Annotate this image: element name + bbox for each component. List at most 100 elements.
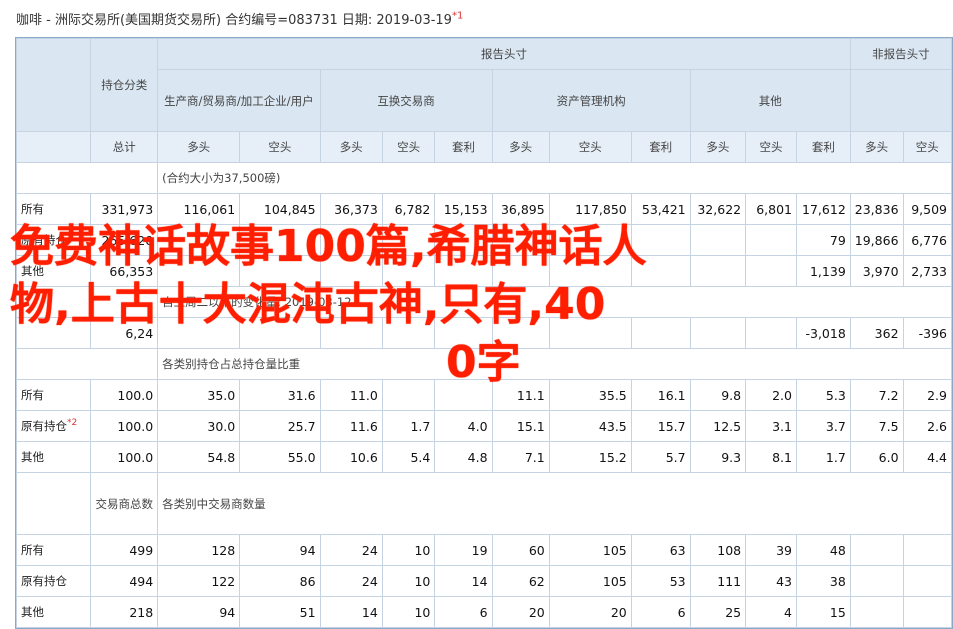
cell: 35.0	[157, 379, 241, 411]
cell: 54.8	[157, 441, 241, 473]
cell: 3,970	[849, 255, 904, 287]
col-traders: 交易商总数	[90, 472, 159, 535]
cell: 63	[630, 534, 691, 566]
cell: 100.0	[90, 379, 159, 411]
table-row: 6,24 -3,018 362 -396	[15, 317, 953, 349]
sub-nonrep-short: 空头	[902, 131, 953, 163]
cell: 10	[381, 534, 436, 566]
cot-report-table: 持仓分类 报告头寸 非报告头寸 生产商/贸易商/加工企业/用户 互换交易商 资产…	[15, 38, 953, 628]
cell: 2.0	[745, 379, 797, 411]
cell	[745, 317, 797, 349]
cell: 4.0	[434, 410, 493, 442]
header-row-2: 生产商/贸易商/加工企业/用户 互换交易商 资产管理机构 其他	[17, 69, 953, 132]
sub-swap-long: 多头	[319, 131, 383, 163]
cell: 6.0	[849, 441, 904, 473]
note-row-pct: 各类别持仓占总持仓量比重	[15, 348, 952, 380]
cell	[902, 534, 953, 566]
note-pct: 各类别持仓占总持仓量比重	[157, 348, 952, 380]
cell: 3.1	[745, 410, 797, 442]
cell: 108	[689, 534, 747, 566]
cell: 43	[745, 565, 797, 597]
row-label: 原有持仓	[15, 224, 92, 256]
row-label: 其他	[15, 255, 92, 287]
row-label: 其他	[15, 441, 92, 473]
cell	[157, 224, 241, 256]
cell: 265,620	[90, 224, 159, 256]
table-row: 原有持仓 494 122 86 24 10 14 62 105 53 111 4…	[15, 565, 953, 597]
cell: 38	[795, 565, 851, 597]
table-row: 原有持仓*2 100.0 30.0 25.7 11.6 1.7 4.0 15.1…	[15, 410, 953, 442]
group-reportable: 报告头寸	[157, 38, 851, 70]
cell: 3.7	[795, 410, 851, 442]
cell: 15.1	[491, 410, 550, 442]
group-nonreportable: 非报告头寸	[849, 38, 953, 70]
cell: 5.7	[630, 441, 691, 473]
cell: 20	[491, 596, 550, 628]
cell: 11.6	[319, 410, 383, 442]
cell	[157, 317, 241, 349]
cell: 7.1	[491, 441, 550, 473]
sub-managed-short: 空头	[548, 131, 632, 163]
cell	[491, 255, 550, 287]
cell: 9,509	[902, 193, 953, 225]
cell: 79	[795, 224, 851, 256]
cell	[381, 317, 436, 349]
cell: 62	[491, 565, 550, 597]
cell: 12.5	[689, 410, 747, 442]
note-row-traders: 交易商总数 各类别中交易商数量	[15, 472, 952, 535]
cell: 117,850	[548, 193, 632, 225]
table-row: 原有持仓 265,620 79 19,866 6,776	[15, 224, 953, 256]
cell	[319, 255, 383, 287]
table-row: 所有 499 128 94 24 10 19 60 105 63 108 39 …	[15, 534, 953, 566]
cell: 14	[434, 565, 493, 597]
cell	[319, 317, 383, 349]
cell: 122	[157, 565, 241, 597]
cell: 15.2	[548, 441, 632, 473]
cell	[239, 317, 321, 349]
cell: 43.5	[548, 410, 632, 442]
cell: 10	[381, 596, 436, 628]
cell: 6	[434, 596, 493, 628]
table-row: 其他 66,353 1,139 3,970 2,733	[15, 255, 953, 287]
cell: 1.7	[795, 441, 851, 473]
cell: 9.3	[689, 441, 747, 473]
corner-cell	[15, 38, 92, 132]
cell: 6	[630, 596, 691, 628]
cell: 4.8	[434, 441, 493, 473]
cell	[689, 255, 747, 287]
cell	[902, 596, 953, 628]
cell: 105	[548, 534, 632, 566]
cell: 10	[381, 565, 436, 597]
table-row: 所有 331,973 116,061 104,845 36,373 6,782 …	[15, 193, 953, 225]
cell: 53	[630, 565, 691, 597]
note-row-change: 自上周二以来的变化量: 2019-03-12	[15, 286, 952, 318]
cell: 15.7	[630, 410, 691, 442]
table-row: 所有 100.0 35.0 31.6 11.0 11.1 35.5 16.1 9…	[15, 379, 953, 411]
report-header-line: 咖啡 - 洲际交易所(美国期货交易所) 合约编号=083731 日期: 2019…	[16, 9, 463, 31]
cell: 20	[548, 596, 632, 628]
cell	[491, 224, 550, 256]
cell: 7.2	[849, 379, 904, 411]
cell	[548, 317, 632, 349]
cell: 1.7	[381, 410, 436, 442]
cell: 499	[90, 534, 159, 566]
cell: 218	[90, 596, 159, 628]
cell: 86	[239, 565, 321, 597]
cell: 24	[319, 534, 383, 566]
cell: 39	[745, 534, 797, 566]
cell: 362	[849, 317, 904, 349]
cell: 15,153	[434, 193, 493, 225]
cell: 494	[90, 565, 159, 597]
sub-swap-short: 空头	[381, 131, 436, 163]
cell: 36,895	[491, 193, 550, 225]
sub-producer-long: 多头	[157, 131, 241, 163]
cell: 111	[689, 565, 747, 597]
cell	[630, 224, 691, 256]
cell: 2.6	[902, 410, 953, 442]
cell: 11.0	[319, 379, 383, 411]
cell: 15	[795, 596, 851, 628]
sub-other-long: 多头	[689, 131, 747, 163]
cell: 66,353	[90, 255, 159, 287]
header-row-1: 持仓分类 报告头寸 非报告头寸	[15, 38, 953, 132]
cell: 2.9	[902, 379, 953, 411]
